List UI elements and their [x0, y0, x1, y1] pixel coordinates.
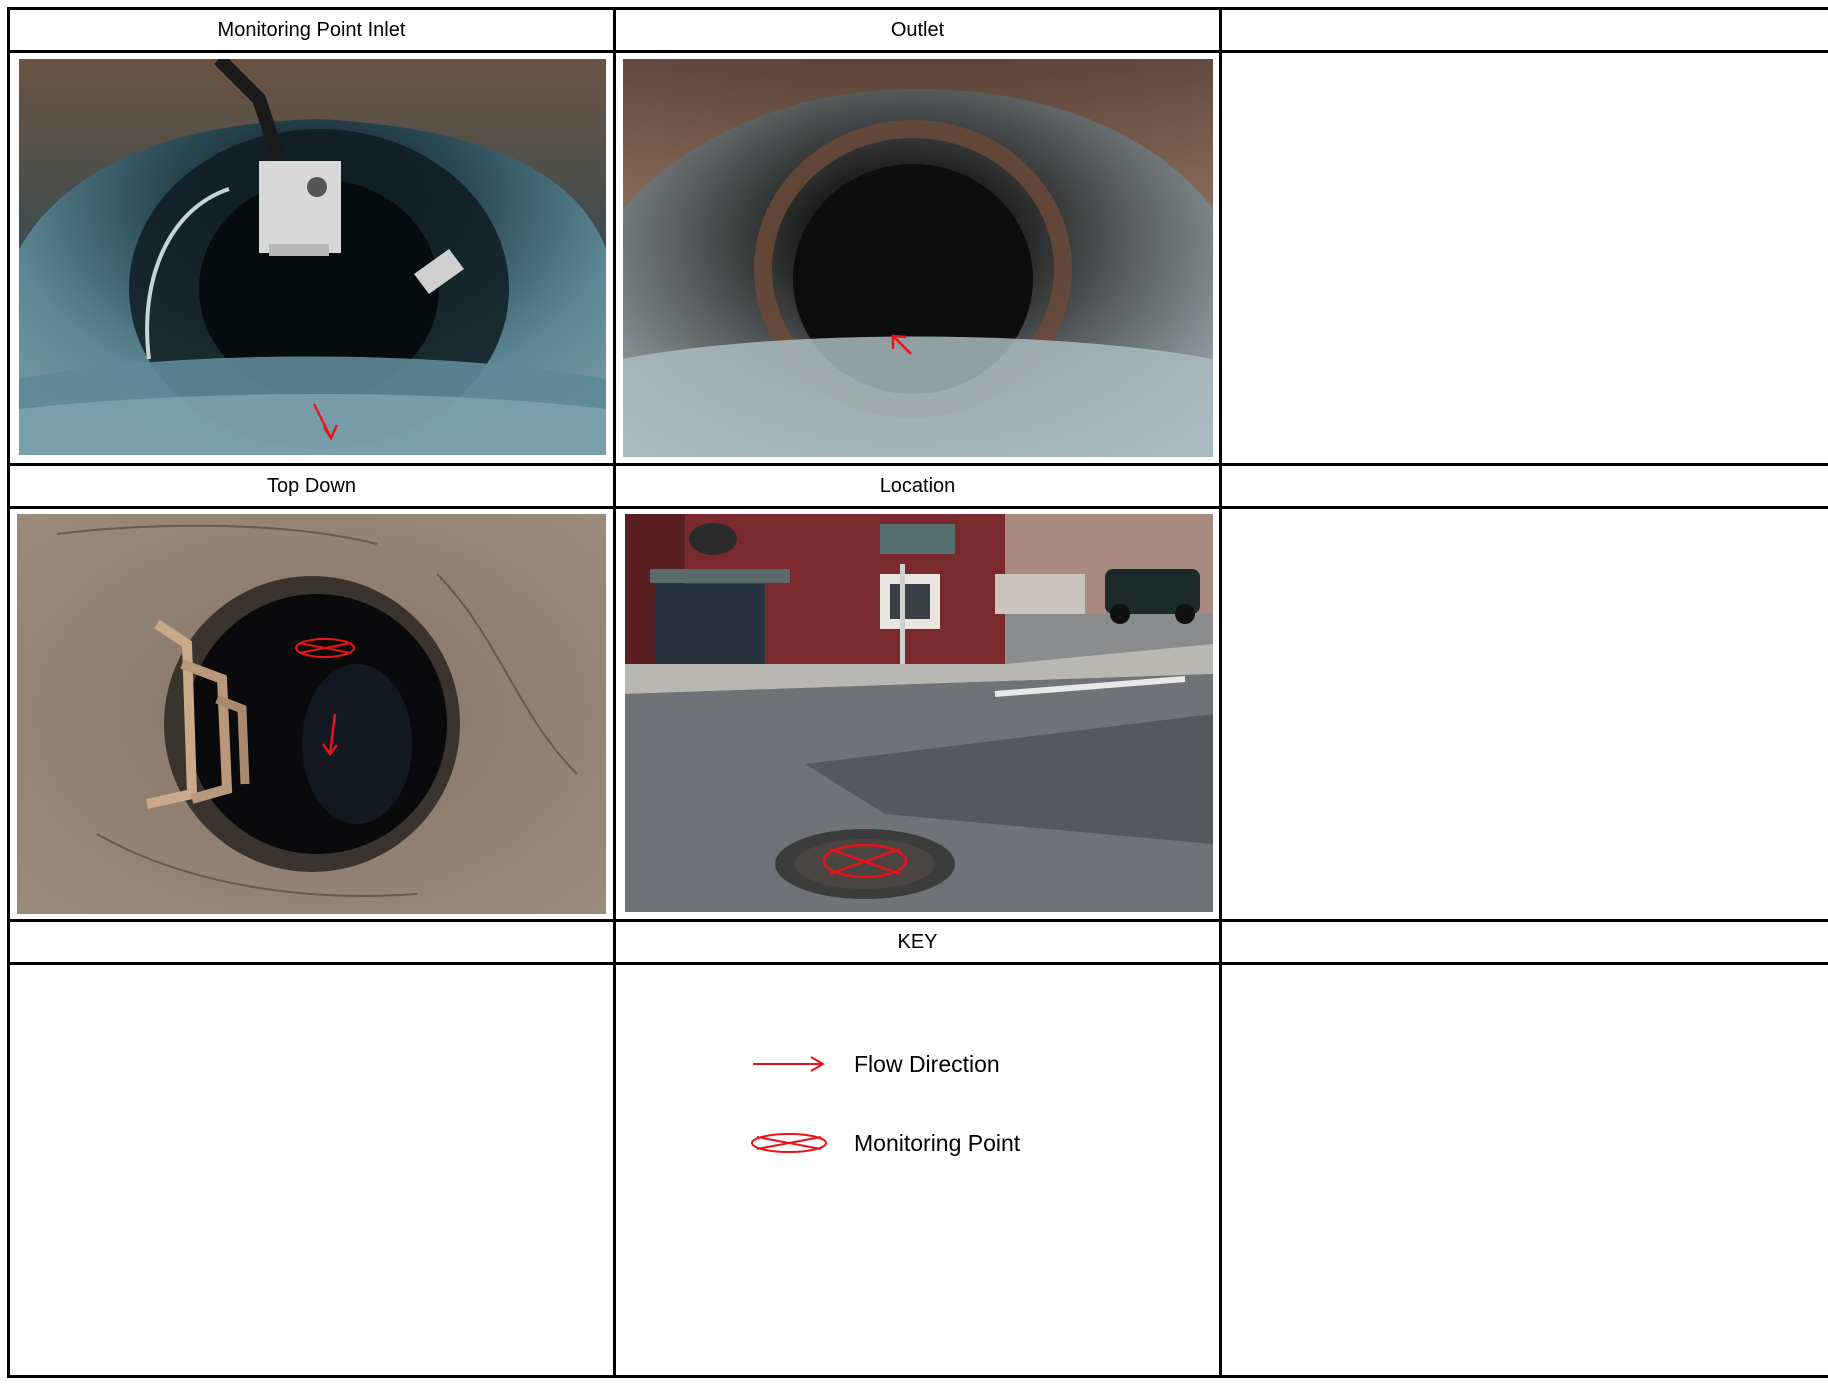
top-down-photo	[17, 514, 606, 914]
header-top-down: Top Down	[7, 463, 616, 509]
inlet-photo-cell	[7, 50, 616, 466]
key-label-monitoring: Monitoring Point	[854, 1129, 1021, 1156]
header-row-2: Top Down Location	[7, 463, 1828, 509]
photo-row-1	[7, 50, 1828, 466]
red-arrow-icon	[749, 1049, 829, 1079]
header-blank-1	[1219, 7, 1828, 53]
blank-photo-cell-1	[1219, 50, 1828, 466]
location-photo-cell	[613, 506, 1222, 922]
report-sheet: Monitoring Point Inlet Outlet Top Down L…	[7, 7, 1828, 1396]
blank-photo-cell-2	[1219, 506, 1828, 922]
header-key: KEY	[613, 919, 1222, 965]
header-blank-4	[1219, 919, 1828, 965]
photo-grid-table: Monitoring Point Inlet Outlet Top Down L…	[7, 7, 1828, 1378]
key-item-flow: Flow Direction	[749, 1049, 1000, 1079]
header-row-1: Monitoring Point Inlet Outlet	[7, 7, 1828, 53]
photo-row-2	[7, 506, 1828, 922]
key-row: Flow Direction Monitoring Point	[7, 962, 1828, 1378]
location-photo	[625, 514, 1213, 912]
header-inlet: Monitoring Point Inlet	[7, 7, 616, 53]
crossed-ellipse-icon	[749, 1128, 829, 1158]
header-blank-3	[7, 919, 616, 965]
header-location: Location	[613, 463, 1222, 509]
key-label-flow: Flow Direction	[854, 1050, 1000, 1077]
key-legend-cell: Flow Direction Monitoring Point	[613, 962, 1222, 1378]
outlet-photo-cell	[613, 50, 1222, 466]
header-outlet: Outlet	[613, 7, 1222, 53]
blank-key-cell-right	[1219, 962, 1828, 1378]
outlet-photo	[623, 59, 1213, 457]
header-blank-2	[1219, 463, 1828, 509]
key-item-monitoring: Monitoring Point	[749, 1128, 1020, 1158]
blank-key-cell-left	[7, 962, 616, 1378]
inlet-photo	[19, 59, 606, 455]
top-down-photo-cell	[7, 506, 616, 922]
header-row-3: KEY	[7, 919, 1828, 965]
